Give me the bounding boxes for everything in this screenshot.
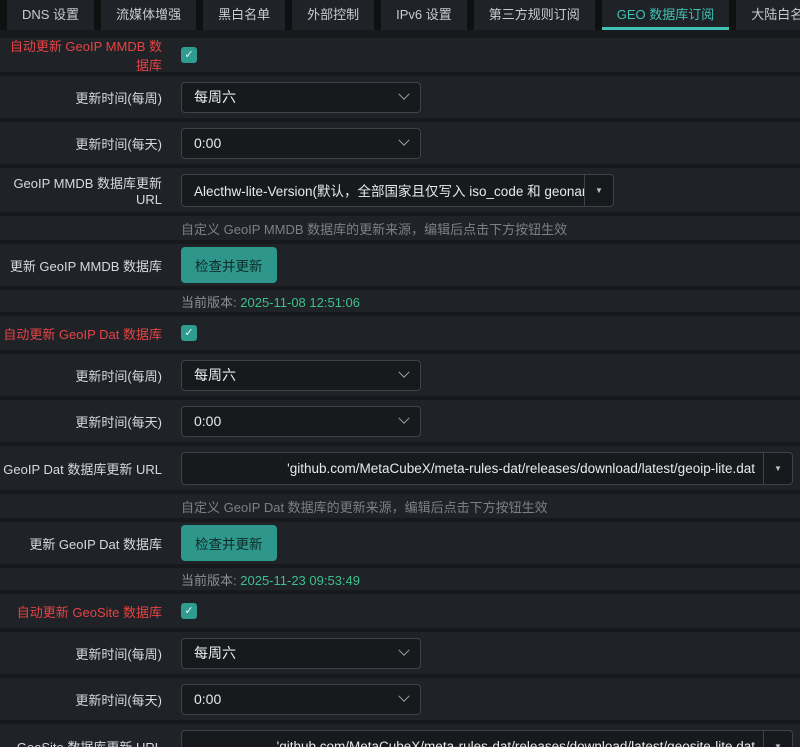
tab-black-white-list[interactable]: 黑白名单	[203, 0, 285, 30]
tab-mainland-whitelist[interactable]: 大陆白名单订阅	[736, 0, 800, 30]
weekly-time-label: 更新时间(每周)	[0, 88, 162, 107]
auto-update-geosite-label: 自动更新 GeoSite 数据库	[0, 602, 162, 621]
form-row-mmdb-version: 当前版本: 2025-11-08 12:51:06	[0, 290, 800, 312]
check-and-update-mmdb-button[interactable]: 检查并更新	[181, 247, 277, 283]
version-label: 当前版本:	[181, 295, 237, 310]
mmdb-weekly-select[interactable]: 每周六	[181, 82, 421, 113]
auto-update-dat-checkbox[interactable]: ✓	[181, 325, 197, 341]
weekly-time-label: 更新时间(每周)	[0, 366, 162, 385]
select-value: 0:00	[194, 413, 221, 429]
tab-label: 流媒体增强	[116, 4, 181, 23]
dropdown-arrow-icon[interactable]: ▼	[763, 453, 792, 484]
tab-label: 黑白名单	[218, 4, 270, 23]
form-row-dat-update: 更新 GeoIP Dat 数据库 检查并更新	[0, 522, 800, 564]
auto-update-mmdb-label: 自动更新 GeoIP MMDB 数据库	[0, 36, 162, 74]
form-row-mmdb-help: 自定义 GeoIP MMDB 数据库的更新来源，编辑后点击下方按钮生效	[0, 216, 800, 240]
tab-ipv6-settings[interactable]: IPv6 设置	[381, 0, 467, 30]
version-value: 2025-11-08 12:51:06	[240, 295, 360, 310]
daily-time-label: 更新时间(每天)	[0, 134, 162, 153]
tab-label: DNS 设置	[22, 4, 79, 23]
mmdb-url-label: GeoIP MMDB 数据库更新 URL	[0, 173, 162, 207]
select-value: 0:00	[194, 135, 221, 151]
dat-current-version: 当前版本: 2025-11-23 09:53:49	[181, 570, 360, 589]
tab-label: IPv6 设置	[396, 4, 452, 23]
tab-dns-settings[interactable]: DNS 设置	[7, 0, 94, 30]
dropdown-arrow-icon[interactable]: ▼	[763, 731, 792, 747]
tab-label: GEO 数据库订阅	[617, 4, 715, 23]
check-icon: ✓	[184, 606, 193, 617]
auto-update-geosite-checkbox[interactable]: ✓	[181, 603, 197, 619]
form-row-mmdb-daily: 更新时间(每天) 0:00	[0, 122, 800, 164]
input-value[interactable]: 'github.com/MetaCubeX/meta-rules-dat/rel…	[182, 731, 763, 747]
version-value: 2025-11-23 09:53:49	[240, 573, 360, 588]
form-row-dat-help: 自定义 GeoIP Dat 数据库的更新来源，编辑后点击下方按钮生效	[0, 494, 800, 518]
form-row-mmdb-url: GeoIP MMDB 数据库更新 URL Alecthw-lite-Versio…	[0, 168, 800, 212]
select-value: 每周六	[194, 643, 236, 663]
dat-url-help-text: 自定义 GeoIP Dat 数据库的更新来源，编辑后点击下方按钮生效	[181, 497, 548, 516]
auto-update-mmdb-checkbox[interactable]: ✓	[181, 47, 197, 63]
form-row-auto-update-mmdb: 自动更新 GeoIP MMDB 数据库 ✓	[0, 38, 800, 72]
tab-third-party-rules[interactable]: 第三方规则订阅	[474, 0, 595, 30]
select-value: 每周六	[194, 365, 236, 385]
weekly-time-label: 更新时间(每周)	[0, 644, 162, 663]
update-dat-label: 更新 GeoIP Dat 数据库	[0, 534, 162, 553]
check-and-update-dat-button[interactable]: 检查并更新	[181, 525, 277, 561]
form-row-geosite-daily: 更新时间(每天) 0:00	[0, 678, 800, 720]
dat-weekly-select[interactable]: 每周六	[181, 360, 421, 391]
form-row-auto-update-dat: 自动更新 GeoIP Dat 数据库 ✓	[0, 316, 800, 350]
mmdb-daily-select[interactable]: 0:00	[181, 128, 421, 159]
dat-url-label: GeoIP Dat 数据库更新 URL	[0, 459, 162, 478]
form-row-mmdb-update: 更新 GeoIP MMDB 数据库 检查并更新	[0, 244, 800, 286]
tab-external-control[interactable]: 外部控制	[292, 0, 374, 30]
tab-geo-database-subscription[interactable]: GEO 数据库订阅	[602, 0, 730, 30]
form-row-dat-version: 当前版本: 2025-11-23 09:53:49	[0, 568, 800, 590]
tab-streaming-enhance[interactable]: 流媒体增强	[101, 0, 196, 30]
tab-bar: 制 DNS 设置 流媒体增强 黑白名单 外部控制 IPv6 设置 第三方规则订阅…	[0, 0, 800, 30]
tab-label: 外部控制	[307, 4, 359, 23]
daily-time-label: 更新时间(每天)	[0, 690, 162, 709]
form-row-auto-update-geosite: 自动更新 GeoSite 数据库 ✓	[0, 594, 800, 628]
version-label: 当前版本:	[181, 573, 237, 588]
check-icon: ✓	[184, 328, 193, 339]
mmdb-url-combobox[interactable]: Alecthw-lite-Version(默认，全部国家且仅写入 iso_cod…	[181, 174, 614, 207]
form-row-dat-weekly: 更新时间(每周) 每周六	[0, 354, 800, 396]
form-row-geosite-url: GeoSite 数据库更新 URL 'github.com/MetaCubeX/…	[0, 724, 800, 747]
form-row-mmdb-weekly: 更新时间(每周) 每周六	[0, 76, 800, 118]
chevron-down-icon	[398, 367, 409, 378]
tab-label: 大陆白名单订阅	[751, 4, 800, 23]
dropdown-arrow-icon[interactable]: ▼	[584, 175, 613, 206]
form-row-geosite-weekly: 更新时间(每周) 每周六	[0, 632, 800, 674]
select-value: 每周六	[194, 87, 236, 107]
input-value[interactable]: 'github.com/MetaCubeX/meta-rules-dat/rel…	[182, 453, 763, 484]
form-row-dat-url: GeoIP Dat 数据库更新 URL 'github.com/MetaCube…	[0, 446, 800, 490]
dat-url-input[interactable]: 'github.com/MetaCubeX/meta-rules-dat/rel…	[181, 452, 793, 485]
chevron-down-icon	[398, 691, 409, 702]
update-mmdb-label: 更新 GeoIP MMDB 数据库	[0, 256, 162, 275]
chevron-down-icon	[398, 645, 409, 656]
form-row-dat-daily: 更新时间(每天) 0:00	[0, 400, 800, 442]
geosite-url-label: GeoSite 数据库更新 URL	[0, 737, 162, 747]
settings-form: 自动更新 GeoIP MMDB 数据库 ✓ 更新时间(每周) 每周六 更新时间(…	[0, 30, 800, 747]
tab-label: 第三方规则订阅	[489, 4, 580, 23]
mmdb-current-version: 当前版本: 2025-11-08 12:51:06	[181, 292, 360, 311]
geosite-weekly-select[interactable]: 每周六	[181, 638, 421, 669]
check-icon: ✓	[184, 50, 193, 61]
dat-daily-select[interactable]: 0:00	[181, 406, 421, 437]
chevron-down-icon	[398, 413, 409, 424]
geosite-daily-select[interactable]: 0:00	[181, 684, 421, 715]
chevron-down-icon	[398, 89, 409, 100]
mmdb-url-help-text: 自定义 GeoIP MMDB 数据库的更新来源，编辑后点击下方按钮生效	[181, 219, 567, 238]
chevron-down-icon	[398, 135, 409, 146]
auto-update-dat-label: 自动更新 GeoIP Dat 数据库	[0, 324, 162, 343]
select-value: 0:00	[194, 691, 221, 707]
geosite-url-input[interactable]: 'github.com/MetaCubeX/meta-rules-dat/rel…	[181, 730, 793, 747]
daily-time-label: 更新时间(每天)	[0, 412, 162, 431]
combobox-value[interactable]: Alecthw-lite-Version(默认，全部国家且仅写入 iso_cod…	[182, 175, 584, 206]
